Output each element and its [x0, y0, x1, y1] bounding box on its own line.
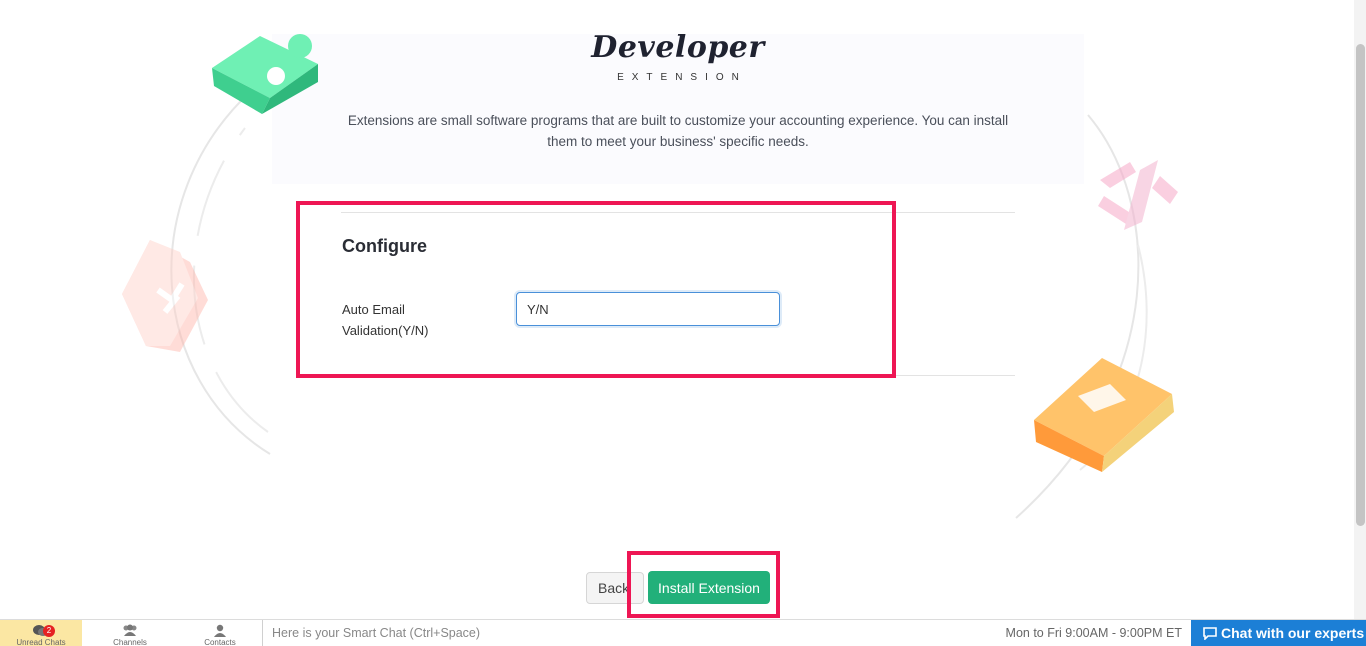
chat-icon [1203, 627, 1217, 641]
tab-contacts[interactable]: Contacts [178, 620, 262, 646]
tab-unread-chats-label: Unread Chats [16, 638, 66, 646]
extension-description: Extensions are small software programs t… [347, 113, 1009, 149]
handshake-icon [122, 240, 208, 352]
code-tag-icon [1098, 160, 1178, 230]
user-icon [214, 624, 226, 637]
scrollbar-thumb[interactable] [1356, 44, 1365, 526]
page-scrollbar[interactable] [1354, 0, 1366, 620]
tab-contacts-label: Contacts [204, 638, 236, 646]
tab-channels-label: Channels [113, 638, 147, 646]
smart-chat-bar: 2 Unread Chats Channels Contacts Here is… [0, 619, 1366, 646]
package-box-icon [1034, 358, 1174, 472]
page-subtitle: EXTENSION [617, 72, 747, 83]
unread-count-badge: 2 [43, 625, 55, 637]
users-icon [123, 624, 137, 636]
page-title: Developer [591, 30, 765, 65]
chat-with-experts-button[interactable]: Chat with our experts [1191, 620, 1366, 646]
chat-with-experts-label: Chat with our experts [1221, 625, 1365, 641]
extension-install-page: Developer EXTENSION Extensions are small… [0, 0, 1366, 646]
install-highlight-box [627, 551, 780, 618]
decor-arc-left-inner [192, 127, 269, 433]
tab-channels[interactable]: Channels [82, 620, 178, 646]
configure-highlight-box [296, 201, 896, 378]
smart-chat-input[interactable]: Here is your Smart Chat (Ctrl+Space) [262, 620, 822, 646]
tab-unread-chats[interactable]: 2 Unread Chats [0, 620, 82, 646]
support-hours: Mon to Fri 9:00AM - 9:00PM ET [1005, 626, 1182, 640]
